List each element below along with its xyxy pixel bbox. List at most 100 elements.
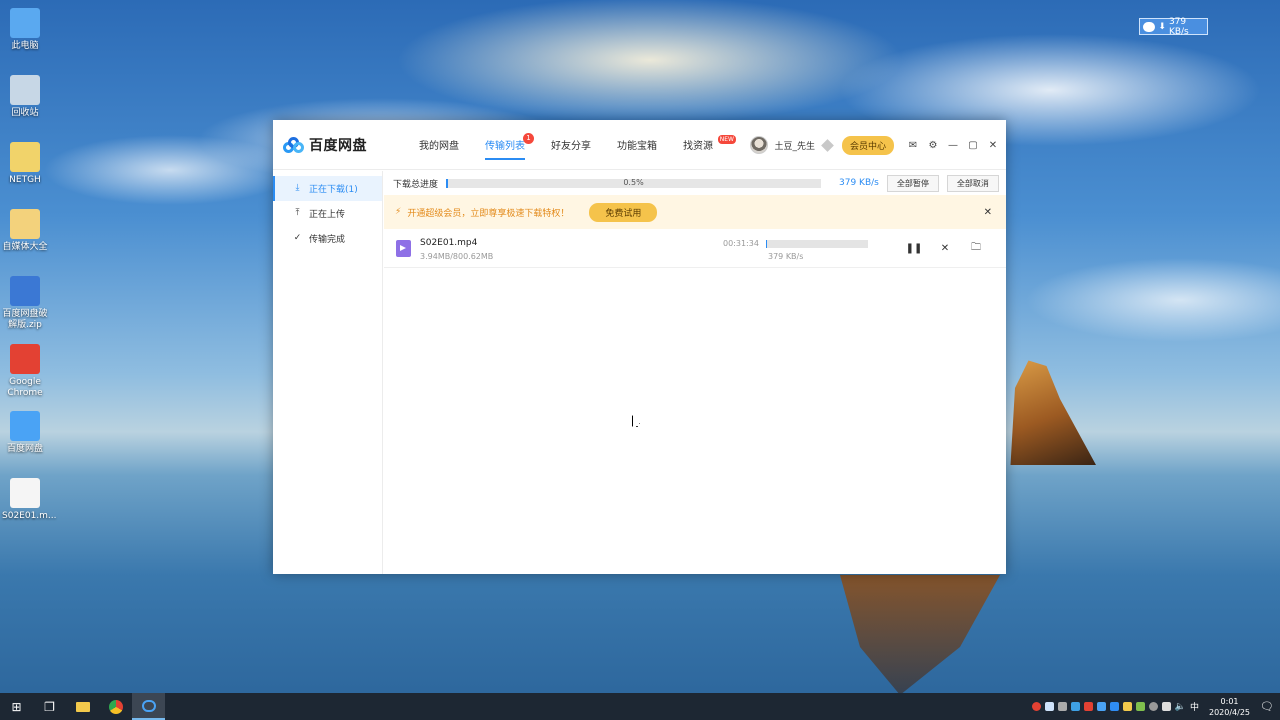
tray-app-icon[interactable] (1083, 702, 1093, 711)
cancel-all-button[interactable]: 全部取消 (946, 174, 999, 192)
list-item[interactable]: S02E01.mp4 3.94MB/800.62MB 00:31:34 379 … (384, 231, 1006, 268)
username[interactable]: 土豆_先生 (774, 139, 815, 152)
tab-label: 我的网盘 (419, 141, 459, 152)
baidu-netdisk-taskbar-icon[interactable] (132, 693, 165, 720)
cloud-icon (1143, 21, 1156, 32)
folder-icon[interactable]: 🗀 (969, 241, 983, 255)
tray-app-icon[interactable] (1070, 702, 1080, 711)
desktop-icon[interactable]: Google Chrome (2, 344, 48, 399)
vip-center-button[interactable]: 会员中心 (841, 135, 894, 155)
main-nav: 我的网盘 传输列表 1 好友分享 功能宝箱 找资源 NEW (406, 120, 736, 170)
close-icon[interactable]: ✕ (986, 138, 1000, 152)
desktop-icon[interactable]: NETGH (2, 142, 48, 186)
transfer-main: 下载总进度 0.5% 379 KB/s 全部暂停 全部取消 ⚡ 开通超级会员，立… (384, 171, 1006, 574)
ime-indicator[interactable]: 中 (1190, 700, 1199, 713)
cancel-icon[interactable]: ✕ (938, 241, 952, 255)
pause-all-button[interactable]: 全部暂停 (886, 174, 939, 192)
taskbar: ⊞ ❐ 🔈 中 0:01 2020/4/25 🗨 (0, 693, 1280, 720)
computer-icon (10, 8, 40, 38)
float-speed: 379 KB/s (1168, 16, 1189, 37)
clock[interactable]: 0:01 2020/4/25 (1209, 696, 1250, 718)
folder-icon (10, 209, 40, 239)
tray-app-icon[interactable] (1057, 702, 1067, 711)
close-icon[interactable]: ✕ (984, 207, 992, 218)
tab-label: 传输列表 (485, 141, 525, 152)
gear-icon[interactable]: ⚙ (926, 138, 940, 152)
recycle-bin-icon (10, 75, 40, 105)
video-file-icon (396, 240, 411, 257)
baidu-netdisk-icon (10, 411, 40, 441)
sidebar-item-downloading[interactable]: ⤓ 正在下载(1) (273, 176, 382, 201)
tab-my-netdisk[interactable]: 我的网盘 (406, 120, 472, 170)
lightning-icon: ⚡ (395, 207, 402, 217)
bluetooth-icon[interactable] (1109, 702, 1119, 711)
wallpaper-rock (1010, 360, 1096, 465)
promo-text: 开通超级会员，立即尊享极速下载特权！ (407, 208, 570, 219)
window-tools: 土豆_先生 会员中心 ✉ ⚙ — ▢ ✕ (750, 120, 1000, 170)
tab-transfer-list[interactable]: 传输列表 1 (472, 120, 538, 170)
chrome-icon[interactable] (99, 693, 132, 720)
desktop-icon-label: 百度网盘 (6, 444, 43, 454)
mail-icon[interactable]: ✉ (906, 138, 920, 152)
tab-toolbox[interactable]: 功能宝箱 (604, 120, 670, 170)
desktop-icon-label: S02E01.m... (2, 511, 57, 521)
netdisk-logo-icon (283, 136, 304, 153)
download-arrow-icon: ⬇ (1158, 21, 1166, 32)
desktop-icon-label: 百度网盘破解版.zip (2, 309, 48, 330)
sidebar-item-label: 正在下载(1) (309, 185, 358, 195)
tab-friend-share[interactable]: 好友分享 (538, 120, 604, 170)
tab-find-resources[interactable]: 找资源 NEW (670, 120, 736, 170)
task-speed: 379 KB/s (768, 252, 804, 261)
blank-file-icon (10, 478, 40, 508)
minimize-icon[interactable]: — (946, 138, 960, 152)
free-trial-button[interactable]: 免费试用 (589, 202, 658, 222)
notification-icon[interactable]: 🗨 (1260, 700, 1274, 713)
record-icon[interactable] (1031, 702, 1041, 711)
start-windows-icon[interactable]: ⊞ (0, 693, 33, 720)
sidebar-item-completed[interactable]: ✓ 传输完成 (273, 226, 382, 251)
wallpaper-reflection (840, 575, 1000, 695)
tray-app-icon[interactable] (1148, 702, 1158, 711)
transfer-sidebar: ⤓ 正在下载(1) ⤒ 正在上传 ✓ 传输完成 (273, 171, 383, 574)
desktop-icon-label: 自媒体大全 (2, 242, 48, 252)
baidu-netdisk-window: 百度网盘 我的网盘 传输列表 1 好友分享 功能宝箱 找资源 NEW 土豆_先生… (273, 120, 1006, 574)
avatar[interactable] (750, 136, 769, 154)
archive-icon (10, 276, 40, 306)
sidebar-item-uploading[interactable]: ⤒ 正在上传 (273, 201, 382, 226)
file-name: S02E01.mp4 (420, 238, 478, 248)
desktop-icon[interactable]: S02E01.m... (2, 478, 57, 522)
chrome-icon (10, 344, 40, 374)
tray-app-icon[interactable] (1096, 702, 1106, 711)
desktop-icon[interactable]: 百度网盘 (2, 411, 48, 455)
tray-app-icon[interactable] (1135, 702, 1145, 711)
network-icon[interactable] (1161, 702, 1171, 711)
volume-icon[interactable]: 🔈 (1175, 702, 1186, 712)
time-remaining: 00:31:34 (723, 239, 759, 248)
overall-progress-bar: 0.5% (446, 177, 822, 188)
task-progress-fill (766, 240, 767, 248)
overall-progress-percent: 0.5% (623, 177, 644, 187)
overall-progress-row: 下载总进度 0.5% 379 KB/s 全部暂停 全部取消 (384, 171, 1006, 195)
task-progress-bar (766, 240, 868, 248)
sidebar-item-label: 正在上传 (309, 210, 346, 220)
desktop-icon[interactable]: 此电脑 (2, 8, 48, 52)
speed-float-widget[interactable]: ⬇ 379 KB/s (1139, 16, 1208, 37)
app-title: 百度网盘 (309, 137, 367, 154)
clock-time: 0:01 (1220, 696, 1239, 706)
desktop-icon-label: Google Chrome (7, 377, 43, 398)
shield-icon[interactable] (1122, 702, 1132, 711)
tab-label: 找资源 (683, 141, 713, 152)
pause-icon[interactable]: ❚❚ (906, 241, 923, 255)
notification-badge: 1 (523, 132, 534, 144)
desktop-icon[interactable]: 自媒体大全 (2, 209, 48, 253)
netdisk-tray-icon[interactable] (1044, 702, 1054, 711)
file-explorer-icon[interactable] (66, 693, 99, 720)
desktop-icon[interactable]: 百度网盘破解版.zip (2, 276, 48, 331)
upload-icon: ⤒ (295, 208, 300, 218)
desktop-icon[interactable]: 回收站 (2, 75, 48, 119)
new-tag: NEW (717, 134, 736, 144)
task-view-icon[interactable]: ❐ (33, 693, 66, 720)
app-logo: 百度网盘 (283, 135, 393, 155)
maximize-icon[interactable]: ▢ (966, 138, 980, 152)
desktop-icon-label: 此电脑 (11, 41, 39, 51)
